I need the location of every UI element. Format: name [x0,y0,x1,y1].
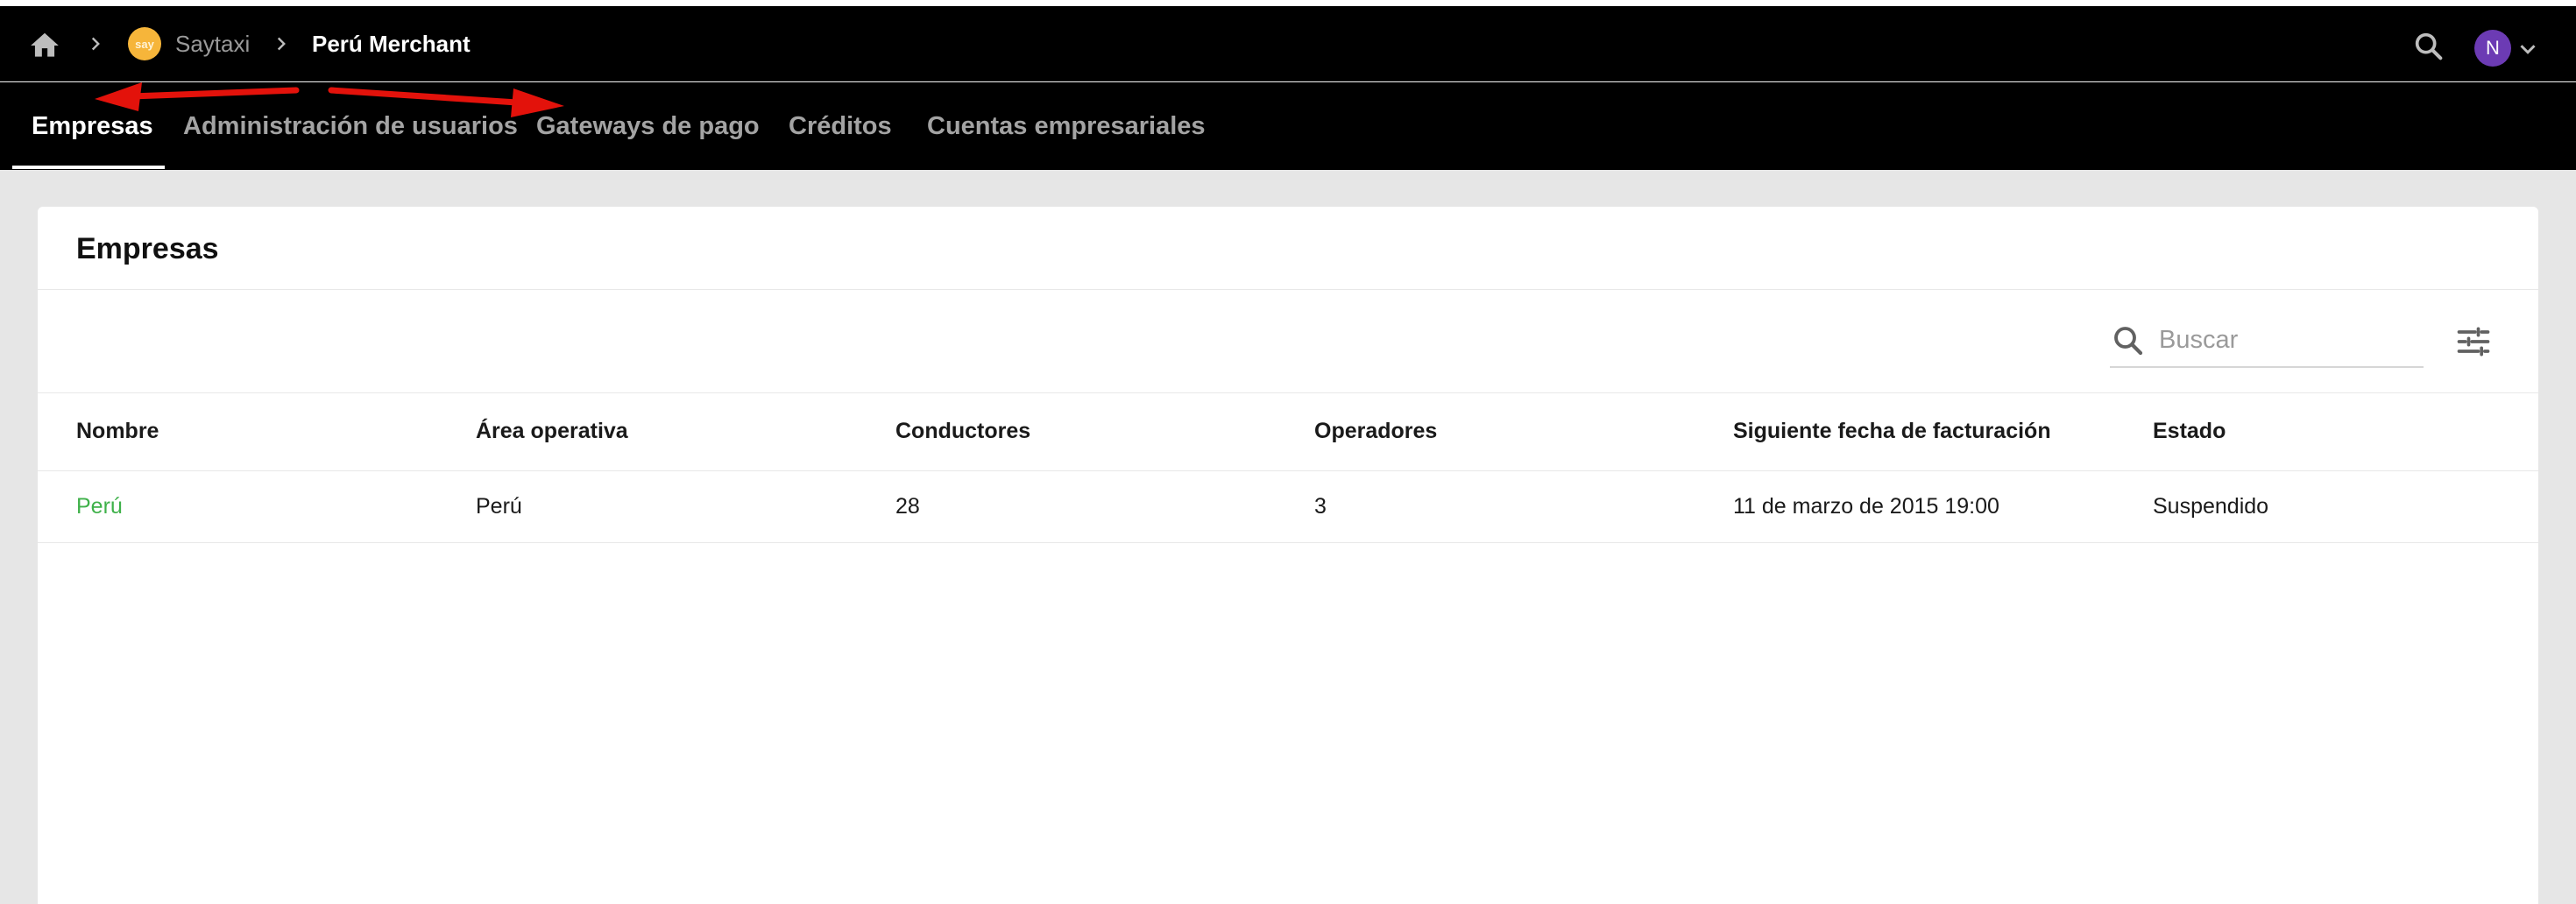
home-icon[interactable] [28,29,61,62]
search-field[interactable] [2110,312,2424,368]
user-avatar[interactable]: N [2474,30,2511,67]
divider [38,289,2538,290]
column-header-operadores[interactable]: Operadores [1314,416,1437,446]
cell-area-operativa: Perú [476,494,522,519]
divider [38,392,2538,393]
column-header-siguiente-facturacion[interactable]: Siguiente fecha de facturación [1733,416,2051,446]
tab-gateways-de-pago[interactable]: Gateways de pago [536,109,760,144]
top-edge [0,0,2576,6]
cell-estado: Suspendido [2153,494,2269,519]
tab-administracion-usuarios[interactable]: Administración de usuarios [183,109,518,144]
cell-siguiente-facturacion: 11 de marzo de 2015 19:00 [1733,494,1999,519]
tab-cuentas-empresariales[interactable]: Cuentas empresariales [927,109,1206,144]
column-header-nombre[interactable]: Nombre [76,416,159,446]
active-tab-indicator [12,166,165,169]
chevron-right-icon [91,37,100,51]
cell-conductores: 28 [895,494,920,519]
cell-operadores: 3 [1314,494,1327,519]
column-header-estado[interactable]: Estado [2153,416,2226,446]
search-input[interactable] [2159,321,2413,359]
saytaxi-logo: say [128,27,161,60]
column-header-conductores[interactable]: Conductores [895,416,1030,446]
search-icon [2114,327,2143,356]
company-name-link[interactable]: Perú [76,491,123,521]
breadcrumb-saytaxi[interactable]: Saytaxi [175,29,250,59]
divider [38,542,2538,543]
search-icon[interactable] [2411,29,2446,64]
section-tabs: Empresas Administración de usuarios Gate… [0,82,2576,170]
tab-creditos[interactable]: Créditos [789,109,892,144]
card-title: Empresas [76,232,219,265]
breadcrumb-current: Perú Merchant [312,31,471,57]
tune-icon[interactable] [2454,322,2493,361]
divider [38,470,2538,471]
companies-card: Empresas Nombre Área operativa Conductor… [38,207,2538,904]
top-navigation-bar: say Saytaxi Perú Merchant N [0,6,2576,81]
tab-empresas[interactable]: Empresas [32,109,153,144]
chevron-down-icon[interactable] [2515,36,2541,62]
column-header-area-operativa[interactable]: Área operativa [476,416,628,446]
chevron-right-icon [277,37,286,51]
